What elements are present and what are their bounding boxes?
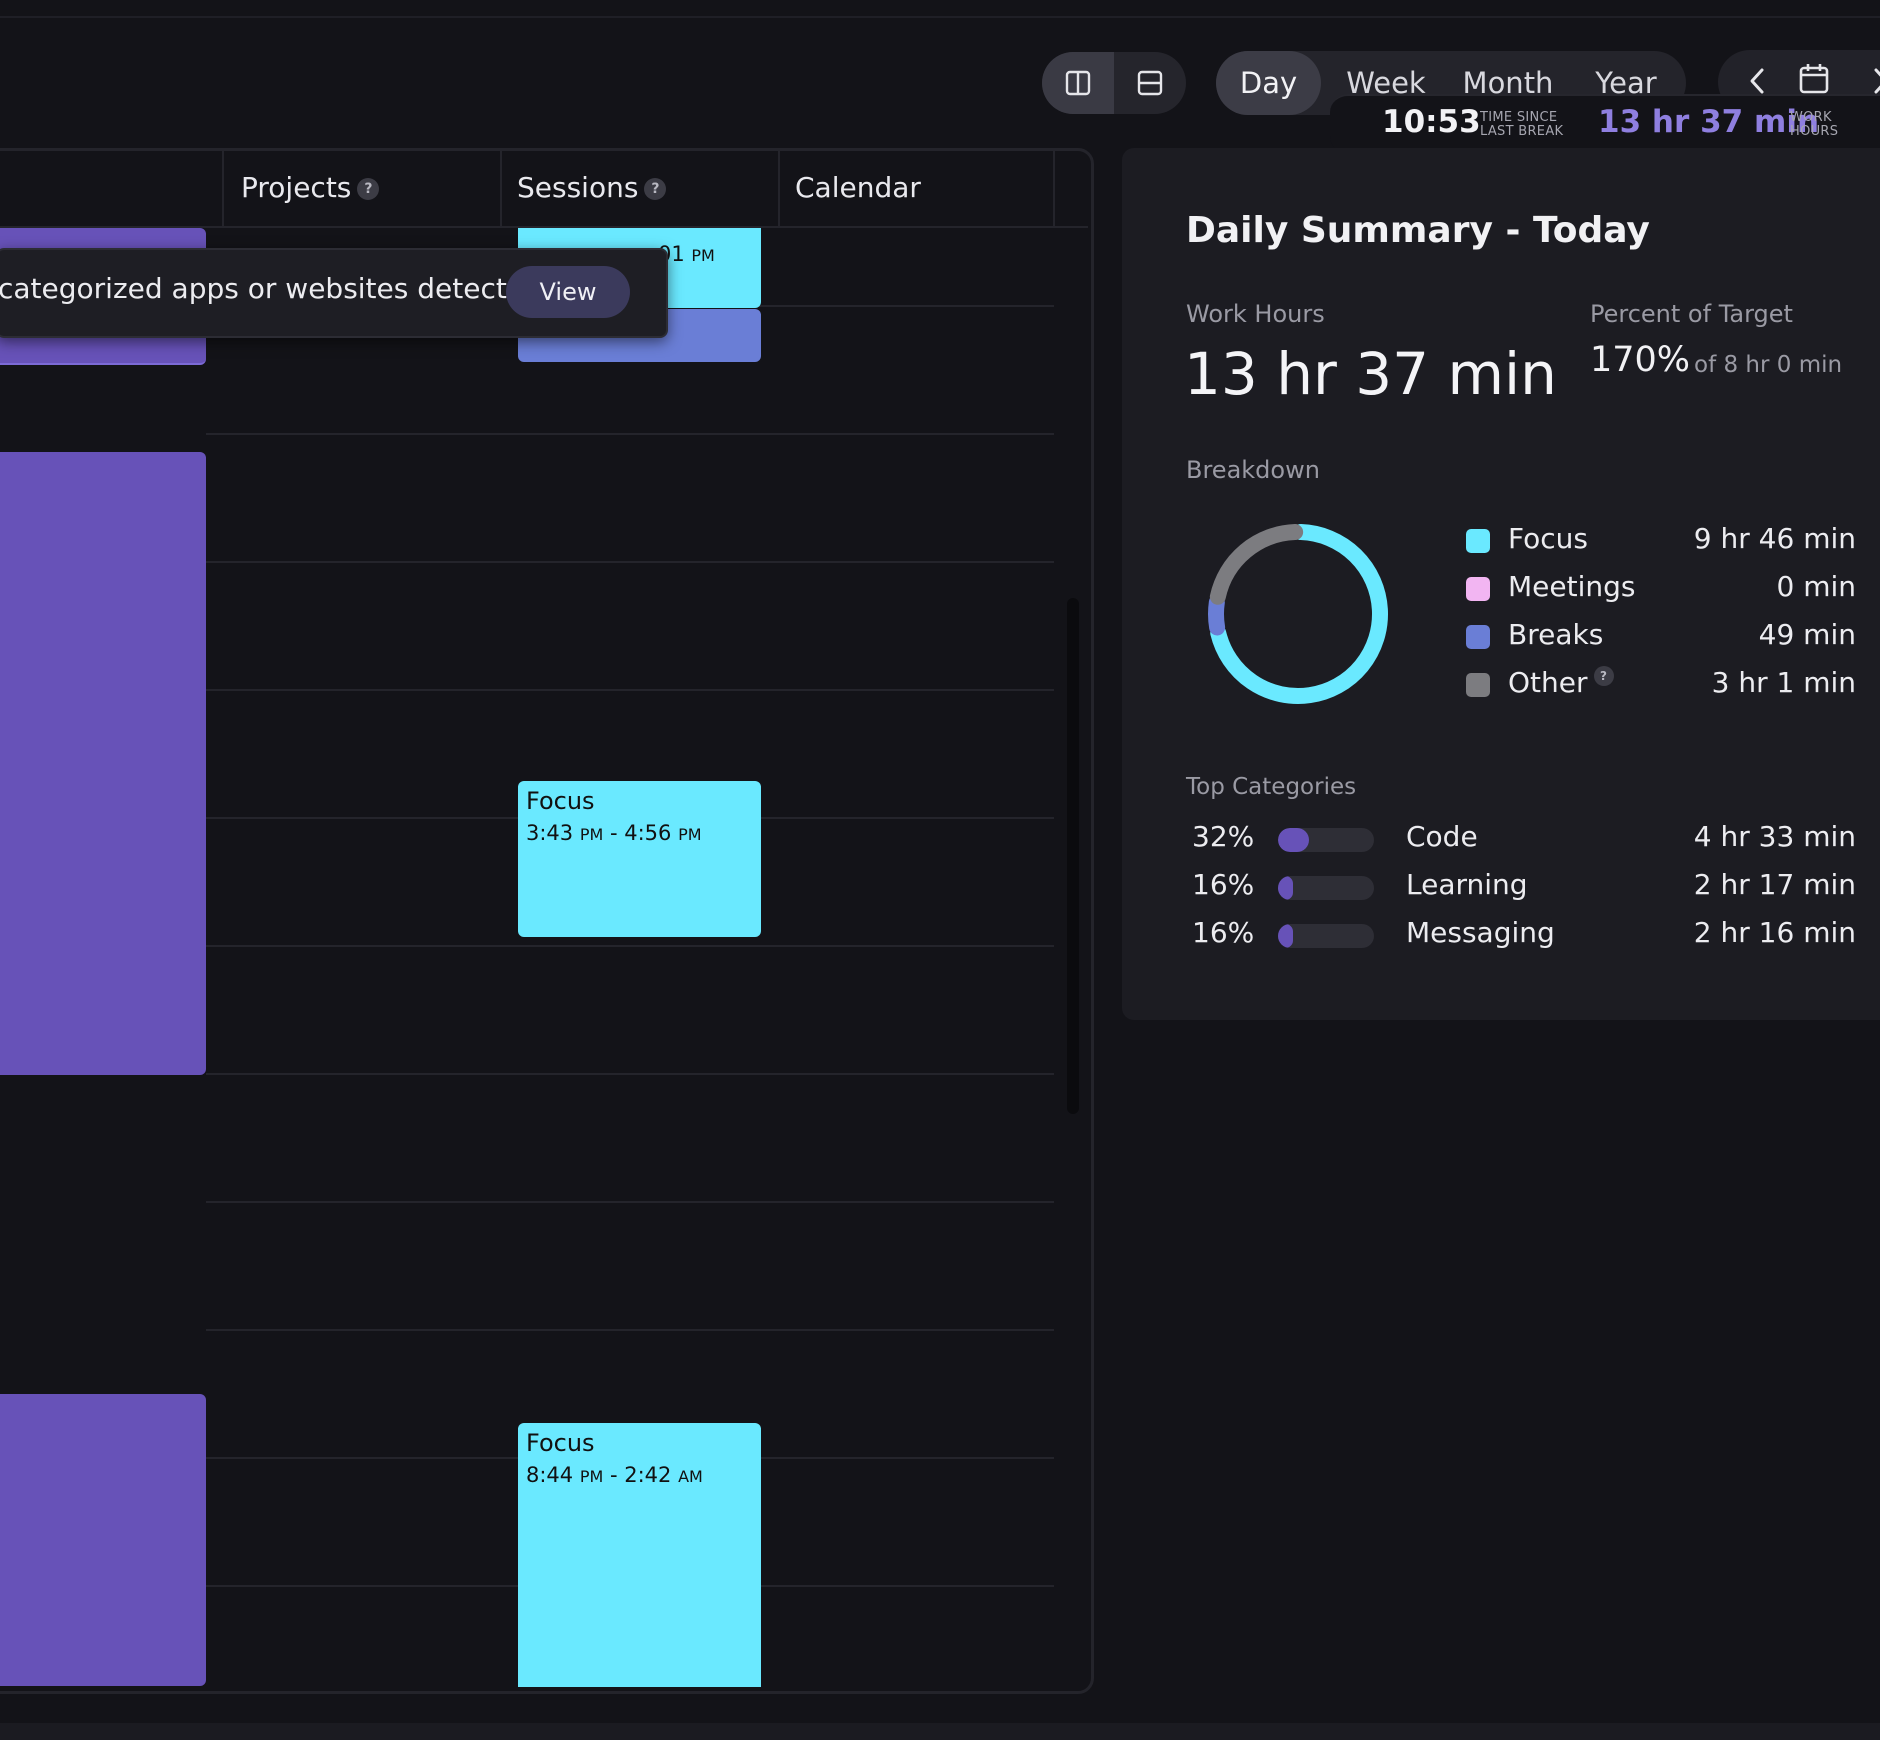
toast-view-button[interactable]: View xyxy=(506,266,630,318)
percent-of-target-base: of 8 hr 0 min xyxy=(1694,352,1843,378)
activity-block[interactable] xyxy=(0,1394,206,1686)
hour-gridline xyxy=(206,433,1054,435)
percent-of-target-label: Percent of Target xyxy=(1590,300,1793,328)
columns-layout-icon xyxy=(1065,70,1091,96)
session-title: Focus xyxy=(526,787,595,815)
app-root: Day Week Month Year 10:53 TIME SINCE LAS… xyxy=(0,0,1880,1740)
daily-summary-card: Daily Summary - Today Work Hours 13 hr 3… xyxy=(1122,148,1880,1020)
column-header-sessions[interactable]: Sessions? xyxy=(517,150,667,226)
session-time-range: 8:44 PM - 2:42 AM xyxy=(526,1463,703,1487)
legend-other: Other? 3 hr 1 min xyxy=(1466,666,1856,706)
sessions-label: Sessions xyxy=(517,171,639,204)
layout-toggle xyxy=(1042,52,1186,114)
session-block-focus[interactable]: Focus 3:43 PM - 4:56 PM xyxy=(518,781,761,937)
legend-meetings: Meetings 0 min xyxy=(1466,570,1856,610)
chevron-right-icon xyxy=(1874,68,1880,94)
column-divider xyxy=(500,150,502,228)
hour-gridline xyxy=(206,1329,1054,1331)
category-bar xyxy=(1278,828,1374,852)
legend-focus: Focus 9 hr 46 min xyxy=(1466,522,1856,562)
donut-slice-breaks xyxy=(1208,594,1226,636)
other-color-swatch xyxy=(1466,673,1490,697)
projects-label: Projects xyxy=(241,171,352,204)
column-divider xyxy=(778,150,780,228)
summary-title: Daily Summary - Today xyxy=(1186,210,1650,251)
session-block-focus[interactable]: Focus 8:44 PM - 2:42 AM xyxy=(518,1423,761,1687)
time-since-break-label: TIME SINCE LAST BREAK xyxy=(1480,110,1564,139)
split-rows-view-button[interactable] xyxy=(1114,52,1186,114)
column-divider xyxy=(1053,150,1055,228)
breakdown-donut-chart xyxy=(1208,524,1388,704)
category-bar xyxy=(1278,876,1374,900)
legend-breaks: Breaks 49 min xyxy=(1466,618,1856,658)
category-row-messaging[interactable]: 16% Messaging 2 hr 16 min xyxy=(1186,916,1856,956)
hour-gridline xyxy=(206,945,1054,947)
category-row-code[interactable]: 32% Code 4 hr 33 min xyxy=(1186,820,1856,860)
focus-color-swatch xyxy=(1466,529,1490,553)
window-top-divider xyxy=(0,16,1880,18)
chevron-left-icon xyxy=(1750,68,1764,94)
donut-slice-other xyxy=(1209,524,1304,605)
session-title: Focus xyxy=(526,1429,595,1457)
category-bar xyxy=(1278,924,1374,948)
uncategorized-apps-toast: categorized apps or websites detected! V… xyxy=(0,248,668,338)
calendar-icon xyxy=(1799,64,1829,94)
session-time-range: 3:43 PM - 4:56 PM xyxy=(526,821,702,845)
hour-gridline xyxy=(206,689,1054,691)
percent-of-target-value: 170% xyxy=(1590,340,1691,380)
work-hours-label: Work Hours xyxy=(1186,300,1325,328)
breaks-color-swatch xyxy=(1466,625,1490,649)
meetings-color-swatch xyxy=(1466,577,1490,601)
timeline-scrollbar[interactable] xyxy=(1067,598,1079,1114)
other-help-icon[interactable]: ? xyxy=(1593,666,1614,686)
projects-help-icon[interactable]: ? xyxy=(357,178,380,200)
tab-day[interactable]: Day xyxy=(1216,51,1321,115)
sessions-help-icon[interactable]: ? xyxy=(644,178,667,200)
work-hours-header-value: 13 hr 37 min xyxy=(1598,104,1820,140)
bottom-status-bar xyxy=(0,1723,1880,1740)
work-hours-header-label: WORK HOURS xyxy=(1790,110,1839,139)
hour-gridline xyxy=(206,1201,1054,1203)
column-header-projects[interactable]: Projects? xyxy=(241,150,380,226)
top-categories-label: Top Categories xyxy=(1186,774,1357,800)
work-hours-value: 13 hr 37 min xyxy=(1184,340,1557,408)
activity-block[interactable] xyxy=(0,452,206,1075)
rows-layout-icon xyxy=(1137,70,1163,96)
hour-gridline xyxy=(206,1073,1054,1075)
category-row-learning[interactable]: 16% Learning 2 hr 17 min xyxy=(1186,868,1856,908)
breakdown-label: Breakdown xyxy=(1186,456,1320,484)
header-stats: 10:53 TIME SINCE LAST BREAK 13 hr 37 min… xyxy=(1330,94,1880,154)
hour-gridline xyxy=(206,561,1054,563)
toast-message: categorized apps or websites detected! xyxy=(0,272,554,305)
column-divider xyxy=(222,150,224,228)
column-header-calendar[interactable]: Calendar xyxy=(795,150,921,226)
time-since-break-value: 10:53 xyxy=(1382,104,1481,140)
split-columns-view-button[interactable] xyxy=(1042,52,1114,114)
